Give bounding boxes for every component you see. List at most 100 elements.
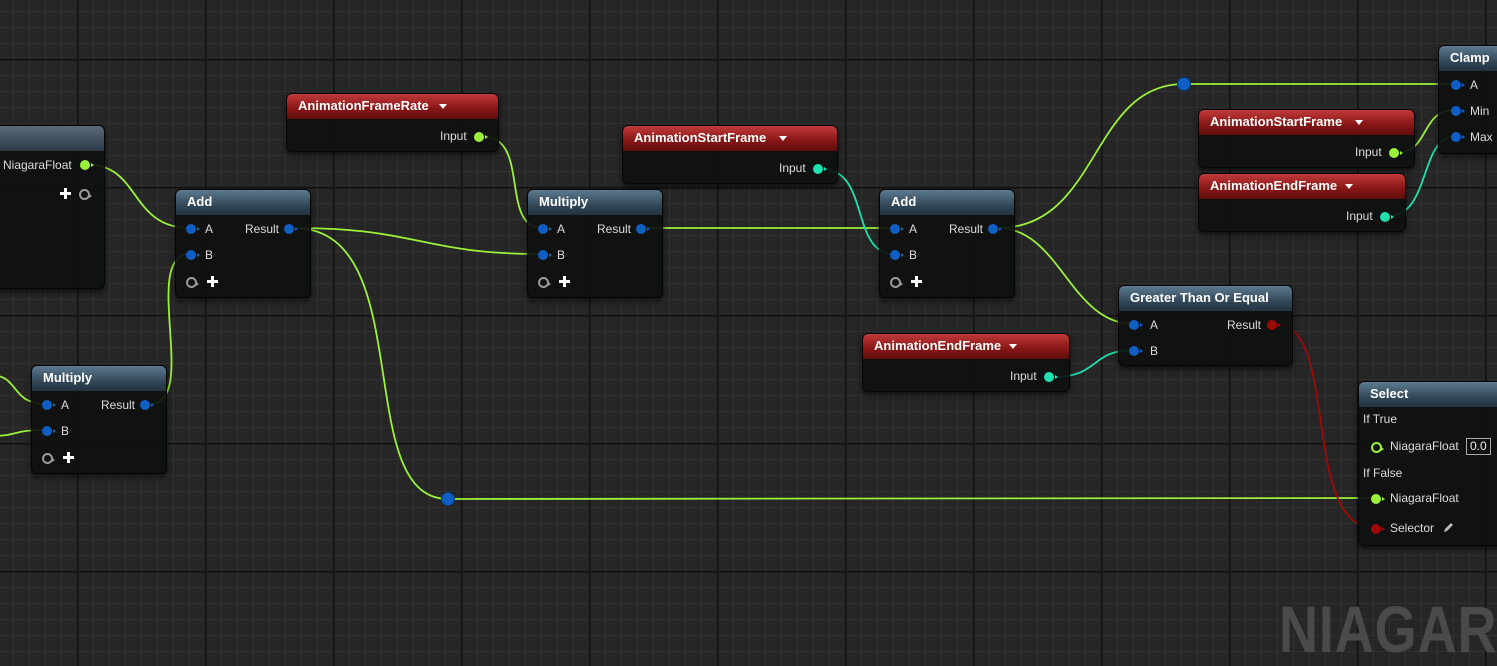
node-header: AnimationStartFrame	[623, 126, 837, 151]
node-header: AnimationStartFrame	[1199, 110, 1414, 135]
output-label: Input	[440, 129, 467, 143]
pin-b-label: B	[909, 248, 918, 262]
pin-min[interactable]	[1451, 106, 1465, 116]
pin-a-label: A	[205, 222, 214, 236]
pin-a[interactable]	[1129, 320, 1143, 330]
partial-left-node[interactable]: NiagaraFloat	[0, 125, 105, 289]
output-pin[interactable]	[813, 164, 827, 174]
chevron-down-icon[interactable]	[1009, 344, 1017, 349]
niagara-watermark: NIAGARA	[1279, 592, 1497, 666]
pin-a[interactable]	[538, 224, 552, 234]
output-pin[interactable]	[1044, 372, 1058, 382]
pin-b-label: B	[61, 424, 70, 438]
result-pin[interactable]	[988, 224, 1002, 234]
add-node-2[interactable]: Add A Result B	[879, 189, 1015, 298]
pin-a[interactable]	[890, 224, 904, 234]
wire-add1-to-reroute	[293, 227, 449, 500]
add-pin-connector[interactable]	[186, 277, 199, 288]
chevron-down-icon[interactable]	[1345, 184, 1353, 189]
add-pin-connector[interactable]	[890, 277, 903, 288]
reroute-node-top[interactable]	[1177, 77, 1191, 91]
false-input-pin[interactable]	[1371, 494, 1385, 504]
result-pin[interactable]	[1267, 320, 1281, 330]
result-label: Result	[1227, 318, 1262, 332]
if-false-section-label: If False	[1363, 466, 1403, 480]
pin-b-label: B	[1150, 344, 1159, 358]
pin-a[interactable]	[42, 400, 56, 410]
output-label: NiagaraFloat	[3, 158, 72, 172]
result-label: Result	[101, 398, 136, 412]
end-frame-param-node-1[interactable]: AnimationEndFrame Input	[862, 333, 1070, 392]
wire-add1-to-multiply2-b	[293, 227, 543, 255]
output-label: Input	[779, 161, 806, 175]
output-pin[interactable]	[1389, 148, 1403, 158]
result-pin[interactable]	[636, 224, 650, 234]
selector-label: Selector	[1390, 521, 1435, 535]
true-input-pin[interactable]	[1371, 442, 1384, 453]
chevron-down-icon[interactable]	[439, 104, 447, 109]
node-header: AnimationEndFrame	[1199, 174, 1405, 199]
node-header: Select	[1359, 382, 1497, 407]
output-label: Input	[1346, 209, 1373, 223]
selector-pin[interactable]	[1371, 524, 1385, 534]
node-header: Multiply	[32, 366, 166, 391]
node-header: Multiply	[528, 190, 662, 215]
chevron-down-icon[interactable]	[779, 136, 787, 141]
pin-max[interactable]	[1451, 132, 1465, 142]
add-pin-icon[interactable]	[60, 188, 71, 199]
output-pin[interactable]	[474, 132, 488, 142]
pin-b[interactable]	[186, 250, 200, 260]
node-title: AnimationFrameRate	[298, 98, 429, 113]
pin-min-label: Min	[1470, 104, 1490, 118]
wire-add2-to-greater-a	[997, 227, 1135, 325]
node-title: AnimationEndFrame	[874, 338, 1002, 353]
multiply-node-1[interactable]: Multiply A Result B	[31, 365, 167, 474]
add-pin-icon[interactable]	[911, 276, 922, 287]
pin-b-label: B	[205, 248, 214, 262]
node-title: AnimationStartFrame	[1210, 114, 1343, 129]
multiply-node-2[interactable]: Multiply A Result B	[527, 189, 663, 298]
clamp-node[interactable]: Clamp A Min Max	[1438, 45, 1497, 154]
greater-than-or-equal-node[interactable]: Greater Than Or Equal A Result B	[1118, 285, 1293, 366]
pin-a-label: A	[557, 222, 566, 236]
pin-max-label: Max	[1470, 130, 1493, 144]
pin-a-label: A	[909, 222, 918, 236]
node-title: AnimationEndFrame	[1210, 178, 1338, 193]
true-input-label: NiagaraFloat	[1390, 439, 1459, 453]
pin-a[interactable]	[186, 224, 200, 234]
add-pin-icon[interactable]	[207, 276, 218, 287]
result-pin[interactable]	[140, 400, 154, 410]
end-frame-param-node-2[interactable]: AnimationEndFrame Input	[1198, 173, 1406, 232]
node-title: AnimationStartFrame	[634, 130, 767, 145]
add-pin-icon[interactable]	[559, 276, 570, 287]
pin-a-label: A	[1470, 78, 1479, 92]
true-value-field[interactable]: 0.0	[1466, 438, 1491, 455]
pin-a[interactable]	[1451, 80, 1465, 90]
start-frame-param-node-2[interactable]: AnimationStartFrame Input	[1198, 109, 1415, 168]
pin-a-label: A	[1150, 318, 1159, 332]
output-pin[interactable]	[1380, 212, 1394, 222]
node-header: Greater Than Or Equal	[1119, 286, 1292, 311]
output-pin[interactable]	[80, 160, 94, 170]
pin-b-label: B	[557, 248, 566, 262]
start-frame-param-node-1[interactable]: AnimationStartFrame Input	[622, 125, 838, 184]
pin-b[interactable]	[42, 426, 56, 436]
select-node[interactable]: Select If True NiagaraFloat 0.0 If False…	[1358, 381, 1497, 546]
add-node-1[interactable]: Add A Result B	[175, 189, 311, 298]
result-label: Result	[245, 222, 280, 236]
add-pin-icon[interactable]	[63, 452, 74, 463]
pin-b[interactable]	[890, 250, 904, 260]
pin-b[interactable]	[538, 250, 552, 260]
add-pin-connector[interactable]	[79, 189, 92, 200]
add-pin-connector[interactable]	[42, 453, 55, 464]
add-pin-connector[interactable]	[538, 277, 551, 288]
node-header: Clamp	[1439, 46, 1497, 71]
pencil-icon[interactable]	[1443, 521, 1455, 533]
result-label: Result	[597, 222, 632, 236]
reroute-node-bottom[interactable]	[441, 492, 455, 506]
pin-b[interactable]	[1129, 346, 1143, 356]
frame-rate-param-node[interactable]: AnimationFrameRate Input	[286, 93, 499, 152]
chevron-down-icon[interactable]	[1355, 120, 1363, 125]
result-pin[interactable]	[284, 224, 298, 234]
node-header: AnimationEndFrame	[863, 334, 1069, 359]
